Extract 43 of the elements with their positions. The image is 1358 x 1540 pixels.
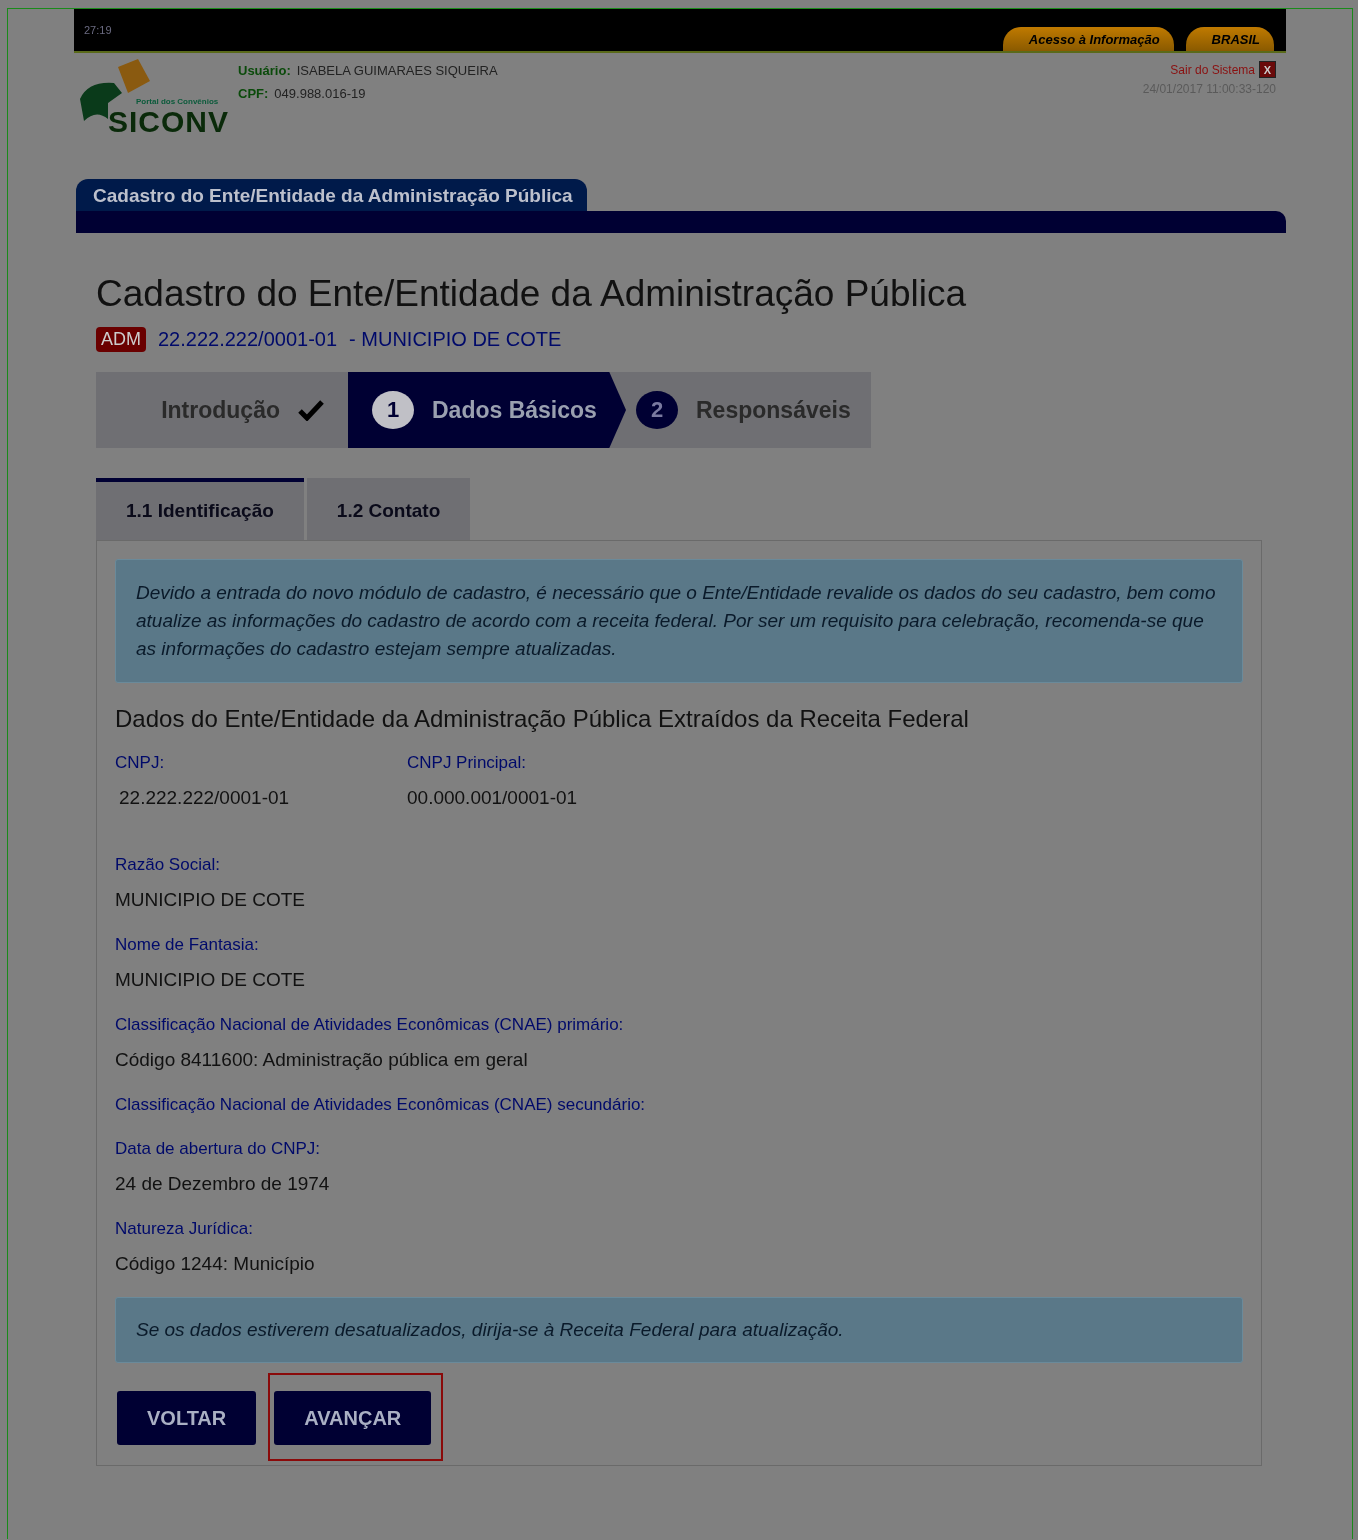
field-label: CNPJ: [115, 753, 166, 773]
field-label: Razão Social: [115, 855, 221, 875]
entity-name: - MUNICIPIO DE COTE [349, 328, 562, 351]
wizard-step[interactable]: Introdução [96, 372, 348, 448]
step-number: 1 [372, 391, 414, 429]
field-value: MUNICIPIO DE COTE [115, 889, 306, 911]
field-label: Natureza Jurídica: [115, 1219, 254, 1239]
wizard-step[interactable]: 2 Responsáveis [626, 372, 851, 448]
check-icon [298, 399, 324, 421]
tab[interactable]: 1.1 Identificação [96, 478, 304, 540]
field-value: Código 1244: Município [115, 1253, 316, 1275]
info-notice: Devido a entrada do novo módulo de cadastro, é necessário que o Ente/Entidade revalide os dados do seu cadastro, bem como atualize as informações do cadastro de acordo com a receita federal. Por ser um requisito para celebração, recomenda-se que as informações do cadastro estejam sempre atualizadas. [115, 559, 1243, 683]
logout-link[interactable]: Sair do Sistema [1170, 62, 1255, 77]
header-link[interactable]: BRASIL [1185, 27, 1274, 51]
close-icon[interactable]: X [1259, 61, 1276, 78]
field-label: Classificação Nacional de Atividades Econômicas (CNAE) primário: [115, 1015, 625, 1035]
field-value: MUNICIPIO DE COTE [115, 969, 306, 991]
field-value: 24 de Dezembro de 1974 [115, 1173, 331, 1195]
role-badge: ADM [96, 327, 146, 352]
field-label: Data de abertura do CNPJ: [115, 1139, 322, 1159]
section-title: Dados do Ente/Entidade da Administração Pública Extraídos da Receita Federal [115, 705, 970, 733]
nav-button[interactable]: VOLTAR [117, 1391, 257, 1445]
clock: 27:19 [84, 24, 113, 36]
field-label: CNPJ Principal: [407, 753, 528, 773]
info-notice: Se os dados estiverem desatualizados, dirija-se à Receita Federal para atualização. [115, 1297, 1243, 1363]
field-label: Nome de Fantasia: [115, 935, 260, 955]
logo-tagline: Portal dos Convênios [136, 97, 219, 106]
field-value: Código 8411600: Administração pública em geral [115, 1049, 529, 1071]
cpf-value: 049.988.016-19 [274, 86, 366, 101]
tab[interactable]: 1.2 Contato [306, 478, 471, 540]
cpf-label: CPF: [238, 86, 269, 101]
logo-text: SICONV [108, 105, 230, 139]
page-title: Cadastro do Ente/Entidade da Administração Pública [96, 273, 968, 315]
field-label: Classificação Nacional de Atividades Econômicas (CNAE) secundário: [115, 1095, 647, 1115]
entity-cnpj: 22.222.222/0001-01 [158, 328, 338, 351]
nav-button[interactable]: AVANÇAR [274, 1391, 432, 1445]
step-number: 2 [636, 391, 678, 429]
user-name: ISABELA GUIMARAES SIQUEIRA [296, 63, 498, 78]
wizard-step[interactable]: 1 Dados Básicos [348, 372, 626, 448]
user-label: Usuário: [238, 63, 291, 78]
header-link[interactable]: Acesso à Informação [1002, 27, 1174, 51]
field-value: 22.222.222/0001-01 [118, 787, 291, 809]
field-value: 00.000.001/0001-01 [407, 787, 579, 809]
